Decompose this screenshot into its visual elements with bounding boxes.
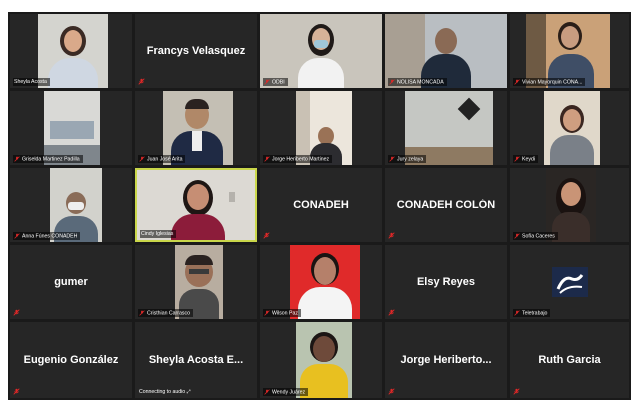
participant-name: Elsy Reyes (416, 276, 476, 288)
muted-mic-icon (138, 78, 145, 85)
participant-tile-conadeh-colon[interactable]: CONADEH COLÓN (385, 168, 507, 242)
participant-tile-conadeh[interactable]: CONADEH (260, 168, 382, 242)
muted-mic-icon (139, 309, 145, 316)
participant-tile-sheyla-acosta-e[interactable]: Sheyla Acosta E... Connecting to audio ⤢ (135, 322, 257, 398)
participant-name-label: Jury zelaya (388, 154, 427, 163)
participant-name: gumer (54, 276, 88, 288)
participant-name: CONADEH COLÓN (396, 199, 496, 211)
participant-tile-wilson-paz[interactable]: Wilson Paz (260, 245, 382, 319)
participant-name-label: Griselda Martinez Padilla (13, 154, 83, 163)
participant-name-label: ODBI (263, 77, 288, 86)
muted-mic-icon (139, 155, 145, 162)
participant-name-label: Cindy Iglesias (140, 230, 177, 238)
participant-tile-juan-jose-arita[interactable]: Juan José Arita (135, 91, 257, 165)
participant-tile-sheyla-acosta[interactable]: Sheyla Acosta (10, 14, 132, 88)
participant-tile-wendy-juarez[interactable]: Wendy Juárez (260, 322, 382, 398)
muted-mic-icon (514, 309, 520, 316)
muted-mic-icon (14, 232, 20, 239)
participant-name-label: Keydi (513, 154, 538, 163)
participant-tile-keydi[interactable]: Keydi (510, 91, 629, 165)
participant-tile-anna-funes[interactable]: Anna Fúnes CONADEH (10, 168, 132, 242)
participant-tile-griselda-martinez[interactable]: Griselda Martinez Padilla (10, 91, 132, 165)
muted-mic-icon (264, 388, 270, 395)
muted-mic-icon (13, 388, 20, 395)
participant-name-label: Juan José Arita (138, 154, 186, 163)
teletrabajo-logo (556, 274, 584, 294)
participant-name-label: NOLISA MONCADA (388, 77, 447, 86)
participant-name: Eugenio González (23, 354, 119, 366)
participant-name: Francys Velasquez (146, 45, 246, 57)
muted-mic-icon (264, 78, 270, 85)
participant-name-label: Sheyla Acosta (13, 78, 50, 86)
participant-tile-ruth-garcia[interactable]: Ruth Garcia (510, 322, 629, 398)
participant-name-label: Sofía Caceres (513, 231, 558, 240)
participant-name: Jorge Heriberto... (400, 354, 492, 366)
participant-name-label: Jorge Heriberto Martinez (263, 154, 333, 163)
participant-tile-elsy-reyes[interactable]: Elsy Reyes (385, 245, 507, 319)
participant-tile-francys-velasquez[interactable]: Francys Velasquez (135, 14, 257, 88)
participant-tile-jorge-heriberto-martinez[interactable]: Jorge Heriberto Martinez (260, 91, 382, 165)
participant-tile-jury-zelaya[interactable]: Jury zelaya (385, 91, 507, 165)
muted-mic-icon (513, 388, 520, 395)
participant-name-label: Wilson Paz (263, 308, 301, 317)
muted-mic-icon (514, 78, 520, 85)
participant-name: CONADEH (293, 199, 349, 211)
muted-mic-icon (263, 232, 270, 239)
muted-mic-icon (14, 155, 20, 162)
participant-name-label: Vivian Mayorquin CONA... (513, 77, 586, 86)
participant-tile-nolisa-moncada[interactable]: NOLISA MONCADA (385, 14, 507, 88)
participant-tile-gumer[interactable]: gumer (10, 245, 132, 319)
muted-mic-icon (388, 388, 395, 395)
muted-mic-icon (514, 232, 520, 239)
participant-tile-cindy-iglesias[interactable]: Cindy Iglesias (135, 168, 257, 242)
participant-name-label: Anna Fúnes CONADEH (13, 231, 81, 240)
muted-mic-icon (389, 155, 395, 162)
participant-tile-vivian-mayorquin[interactable]: Vivian Mayorquin CONA... (510, 14, 629, 88)
muted-mic-icon (264, 309, 270, 316)
participant-video (296, 322, 352, 398)
participant-name-label: Wendy Juárez (263, 387, 309, 396)
muted-mic-icon (389, 78, 395, 85)
muted-mic-icon (388, 309, 395, 316)
participant-video (38, 14, 108, 88)
muted-mic-icon (514, 155, 520, 162)
participant-name-label: Cristhian Carrasco (138, 308, 193, 317)
connecting-audio-status: Connecting to audio ⤢ (139, 389, 191, 395)
participant-tile-odbi[interactable]: ODBI (260, 14, 382, 88)
participant-tile-jorge-heriberto[interactable]: Jorge Heriberto... (385, 322, 507, 398)
participant-name: Ruth Garcia (538, 354, 601, 366)
participant-tile-teletrabajo[interactable]: Teletrabajo (510, 245, 629, 319)
participant-name: Sheyla Acosta E... (148, 354, 244, 366)
muted-mic-icon (264, 155, 270, 162)
participant-tile-sofia-caceres[interactable]: Sofía Caceres (510, 168, 629, 242)
zoom-gallery-view: Sheyla Acosta Francys Velasquez ODBI NOL… (8, 12, 631, 400)
muted-mic-icon (388, 232, 395, 239)
participant-name-label: Teletrabajo (513, 308, 551, 317)
participant-tile-cristhian-carrasco[interactable]: Cristhian Carrasco (135, 245, 257, 319)
muted-mic-icon (13, 309, 20, 316)
participant-video (552, 267, 588, 297)
participant-tile-eugenio-gonzalez[interactable]: Eugenio González (10, 322, 132, 398)
participant-video (544, 91, 600, 165)
